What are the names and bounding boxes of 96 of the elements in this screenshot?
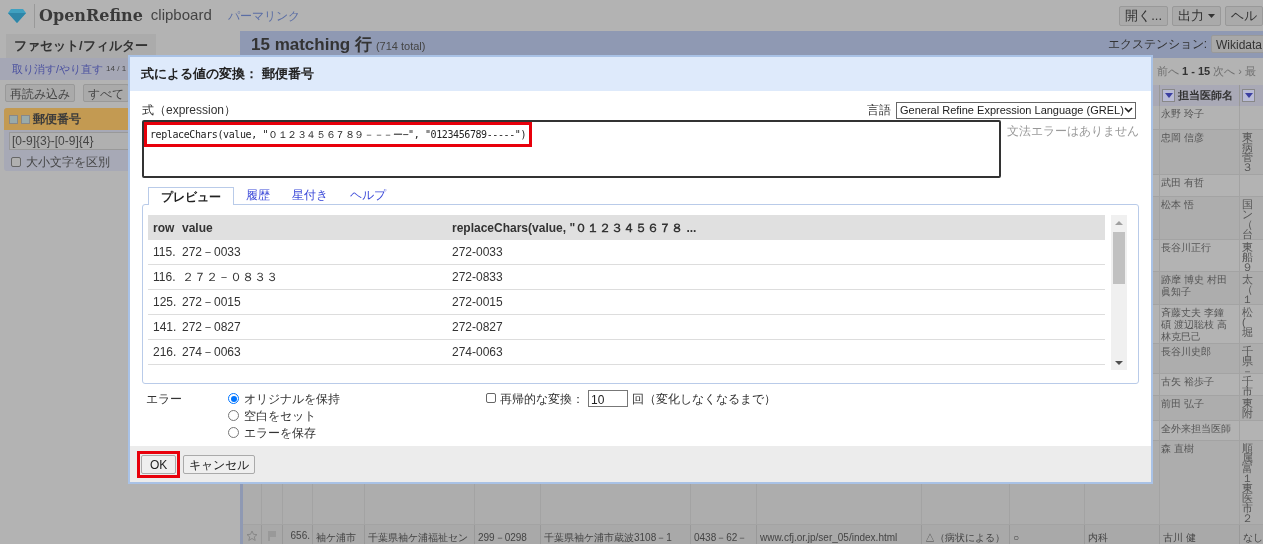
table-cell: 順属富１東医市２ [1242,441,1254,524]
undo-count: 14 / 1 [106,63,127,75]
column-header: row [153,220,175,235]
table-cell: 太（１ [1242,271,1254,304]
table-cell: 272-0015 [452,295,503,310]
language-select[interactable]: General Refine Expression Language (GREL) [896,101,1136,119]
table-cell-text: 全外来担当医師 [1160,422,1232,436]
table-cell: ２７２－０８３３ [182,270,278,285]
table-cell-text: 跡摩 博史 村田眞知子 [1160,272,1228,298]
facet-title: 郵便番号 [33,111,81,128]
dialog-button[interactable]: OK [141,454,177,474]
table-cell-text: 前田 弘子 [1160,397,1205,411]
dialog-tab[interactable]: 星付き [282,186,338,205]
table-cell: ○ [1013,532,1020,543]
checkbox[interactable] [486,393,496,404]
table-cell: 古川 健 [1163,532,1196,543]
extension-menu[interactable]: Wikidata [1211,35,1263,54]
dropdown-icon[interactable] [1242,88,1255,102]
table-cell-text: 忠岡 信彦 [1160,130,1205,144]
app-title: OpenRefine [34,3,143,28]
row-index: 656. [283,525,313,544]
radio-label: オリジナルを保持 [244,390,340,408]
table-cell: 299－0298 [478,532,527,543]
radio-label: 空白をセット [244,407,316,425]
scrollbar[interactable] [1111,215,1127,371]
table-cell: 272-0827 [452,320,503,335]
checkbox-label: 大小文字を区別 [26,154,110,171]
facet-tab[interactable]: ファセット/フィルター [6,34,156,58]
table-cell: 国ン（台 [1242,196,1254,239]
syntax-status: 文法エラーはありません [1007,123,1139,141]
table-cell: 袖ケ浦市 [316,532,356,543]
table-cell: 116. [153,270,176,285]
table-cell: 272-0033 [452,245,503,260]
table-cell: 千県－ [1242,344,1254,377]
table-cell: 内科 [1088,532,1108,543]
extension-label: エクステンション: [1107,36,1207,54]
table-cell: 274－0063 [182,345,241,360]
project-name: clipboard [150,5,212,26]
table-cell: 272－0033 [182,245,241,260]
table-cell: 115. [153,245,176,260]
header-button[interactable]: 開く... [1119,5,1168,26]
dialog-tab[interactable]: 履歴 [236,186,280,205]
table-cell: 東附 [1242,396,1254,419]
table-cell: 274-0063 [452,345,503,360]
dialog-tab[interactable]: プレビュー [148,187,234,206]
table-cell-text: 古矢 裕歩子 [1160,375,1215,389]
table-cell: 千葉県袖ケ浦福祉セン [368,532,468,543]
table-cell-text: 長谷川正行 [1160,240,1212,254]
language-label: 言語 [867,102,891,120]
table-cell: 272－0015 [182,295,241,310]
table-cell: △（病状による） [925,532,1005,543]
panel-button[interactable]: 再読み込み [5,84,75,102]
radio-label: エラーを保存 [244,424,316,442]
dialog-tab[interactable]: ヘルプ [340,186,396,205]
diamond-logo-icon [8,8,26,23]
table-cell-text: 斉藤丈夫 李鐘碩 渡辺聡枝 高林克巳己 [1160,305,1228,343]
column-header: value [182,220,213,235]
checkbox-label: 再帰的な変換： [500,391,584,409]
table-cell: 0438－62－ [694,532,748,543]
chevron-icon [1123,107,1133,114]
table-cell-text: 武田 有哲 [1160,175,1205,189]
table-cell: なし [1243,532,1263,543]
table-cell-text: 長谷川史郎 [1160,345,1212,359]
table-cell-text: 森 直樹 [1160,442,1195,456]
table-cell: 千市 [1242,374,1254,397]
expression-field[interactable]: replaceChars(value, "０１２３４５６７８９－－－ー−", "0123456789-----") [142,120,1001,179]
table-cell: 東病菅３ [1242,129,1254,172]
header-button[interactable]: ヘル [1225,5,1263,26]
table-cell: 141. [153,320,177,335]
count-field[interactable]: 10 [588,390,628,408]
table-cell-text: 永野 玲子 [1160,106,1205,120]
checkbox[interactable] [11,157,21,167]
dialog-button[interactable]: キャンセル [183,454,256,474]
table-cell: 272-0833 [452,270,503,285]
column-header: 担当医師名 [1178,88,1233,104]
table-cell: 272－0827 [182,320,241,335]
match-count: 15 matching 行 [251,33,372,56]
page-range: 1 - 15 [1182,64,1211,80]
column-header: replaceChars(value, "０１２３４５６７８ ... [452,220,697,235]
header-button[interactable]: 出力 [1172,5,1221,26]
table-cell: www.cfj.or.jp/ser_05/index.html [760,532,898,543]
undo-redo-link[interactable]: 取り消す/やり直す [12,60,104,78]
table-cell: 松(堀 [1242,304,1254,337]
table-cell: 125. [153,295,177,310]
count-suffix: 回（変化しなくなるまで） [632,391,776,409]
dropdown-icon[interactable] [1162,88,1175,102]
table-cell-text: 東船９ [1242,240,1254,272]
panel-button[interactable]: すべて [83,84,129,102]
table-cell-text: 松本 悟 [1160,197,1195,211]
star-icon[interactable] [246,529,258,542]
dialog-title: 式による値の変換： 郵便番号 [141,65,314,84]
error-label: エラー [146,392,182,407]
expression-label: 式（expression） [142,102,237,120]
table-cell: 千葉県袖ケ浦市蔵波3108－1 [544,532,672,543]
total-count: (714 total) [375,38,426,54]
table-cell: 216. [153,345,177,360]
